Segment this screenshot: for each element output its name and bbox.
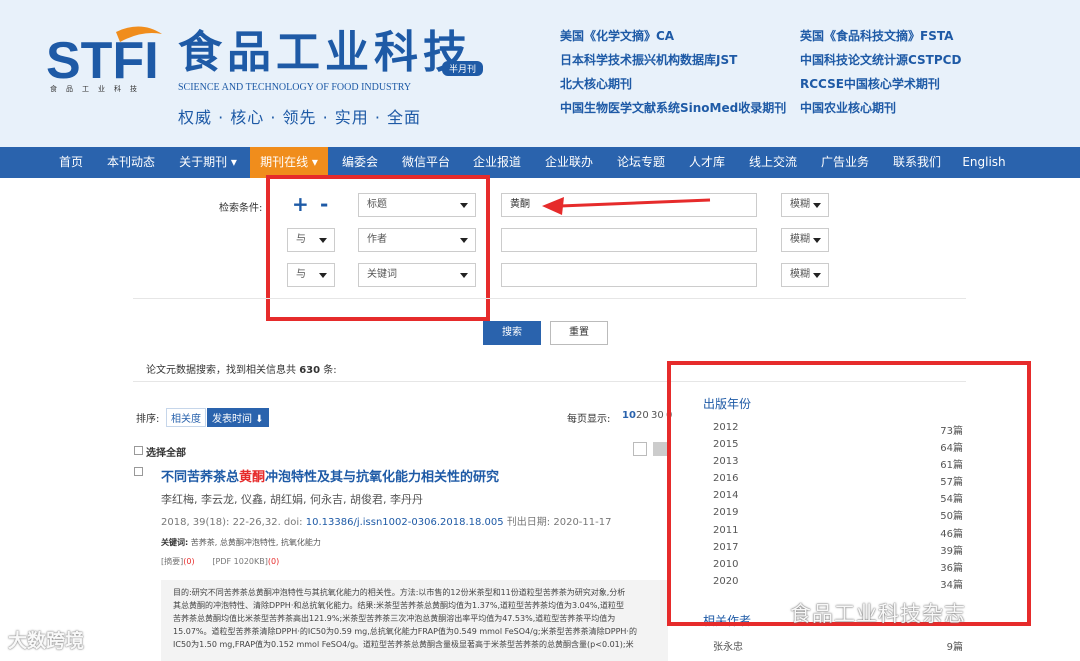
- nav-contact[interactable]: 联系我们: [886, 147, 948, 178]
- title-highlight: 黄酮: [239, 470, 266, 485]
- match-select-value: 模糊: [790, 199, 810, 210]
- summary-prefix: 论文元数据搜索，找到相关信息共: [146, 365, 296, 376]
- article-abstract: 目的:研究不同苦荞茶总黄酮冲泡特性与其抗氧化能力的相关性。方法:以市售的12份米…: [161, 580, 668, 661]
- title-part: 不同苦荞茶总: [161, 470, 240, 485]
- nav-forum[interactable]: 论坛专题: [610, 147, 672, 178]
- reset-button[interactable]: 重置: [550, 321, 608, 345]
- article-links: [摘要](0) [PDF 1020KB](0): [161, 556, 279, 567]
- match-select-value: 模糊: [790, 269, 810, 280]
- chevron-down-icon: [813, 238, 821, 243]
- nav-advertising[interactable]: 广告业务: [814, 147, 876, 178]
- pdf-count: (0): [267, 557, 280, 566]
- journal-title-en: SCIENCE AND TECHNOLOGY OF FOOD INDUSTRY: [178, 82, 412, 93]
- perpage-option[interactable]: 30: [651, 410, 664, 421]
- index-item: RCCSE中国核心学术期刊: [800, 77, 940, 91]
- summary-suffix: 条:: [323, 365, 337, 376]
- main-nav: 首页 本刊动态 关于期刊 ▾ 期刊在线 ▾ 编委会 微信平台 企业报道 企业联办…: [0, 147, 1080, 178]
- nav-editorial[interactable]: 编委会: [334, 147, 386, 178]
- abstract-line: 15.07%。道粒型苦荞茶清除DPPH·的IC50为0.59 mg,总抗氧化能力…: [173, 627, 637, 636]
- nav-wechat[interactable]: 微信平台: [396, 147, 456, 178]
- index-item: 日本科学技术振兴机构数据库JST: [560, 53, 738, 67]
- article-authors[interactable]: 李红梅, 李云龙, 仪鑫, 胡红娟, 何永吉, 胡俊君, 李丹丹: [161, 491, 423, 507]
- nav-english[interactable]: English: [958, 147, 1010, 178]
- perpage-option[interactable]: 20: [636, 410, 649, 421]
- article-citation: 2018, 39(18): 22-26,32. doi: 10.13386/j.…: [161, 513, 611, 528]
- abstract-line: 苦荞茶总黄酮均值比米茶型苦荞茶高出121.9%;米茶型苦荞茶三次冲泡总黄酮溶出率…: [173, 614, 616, 623]
- match-select-value: 模糊: [790, 234, 810, 245]
- logo-text: STFI: [46, 32, 159, 90]
- pdf-link[interactable]: [PDF 1020KB]: [212, 557, 267, 566]
- nav-news[interactable]: 本刊动态: [102, 147, 160, 178]
- keywords-label: 关键词:: [161, 538, 189, 547]
- nav-enterprise-report[interactable]: 企业报道: [466, 147, 528, 178]
- frequency-badge: 半月刊: [442, 61, 484, 76]
- share-icon[interactable]: [633, 442, 647, 456]
- logo-subtitle: 食品工业科技: [50, 85, 146, 93]
- search-condition-label: 检索条件:: [219, 203, 263, 214]
- facet-count: 9篇: [946, 642, 963, 653]
- nav-about[interactable]: 关于期刊 ▾: [170, 147, 246, 178]
- match-select-3[interactable]: 模糊: [781, 263, 829, 287]
- doi-link[interactable]: 10.13386/j.issn1002-0306.2018.18.005: [306, 517, 504, 528]
- result-summary: 论文元数据搜索，找到相关信息共 630 条:: [146, 361, 337, 376]
- journal-title-cn: 食品工业科技: [178, 27, 472, 78]
- annotation-box-search: [266, 175, 490, 321]
- citation-text: 2018, 39(18): 22-26,32. doi:: [161, 517, 303, 528]
- abstract-count: (0): [183, 557, 195, 566]
- abstract-line: 其总黄酮的冲泡特性、清除DPPH·和总抗氧化能力。结果:米茶型苦荞茶总黄酮均值为…: [173, 601, 624, 610]
- search-input-3[interactable]: [501, 263, 757, 287]
- abstract-line: 目的:研究不同苦荞茶总黄酮冲泡特性与其抗氧化能力的相关性。方法:以市售的12份米…: [173, 588, 626, 597]
- abstract-link[interactable]: [摘要]: [161, 557, 183, 566]
- annotation-arrow-icon: [542, 197, 711, 215]
- index-item: 北大核心期刊: [560, 77, 633, 91]
- annotation-box-facets: [667, 361, 1031, 626]
- result-count: 630: [299, 365, 321, 376]
- site-header: STFI 食品工业科技 食品工业科技 半月刊 SCIENCE AND TECHN…: [0, 0, 1080, 147]
- abstract-line: IC50为1.50 mg,FRAP值为0.152 mmol FeSO4/g。道粒…: [173, 640, 634, 649]
- watermark-left: 大数跨境: [8, 630, 85, 652]
- nav-online[interactable]: 期刊在线 ▾: [250, 147, 328, 178]
- index-list-right: 英国《食品科技文摘》FSTA 中国科技论文统计源CSTPCD RCCSE中国核心…: [800, 28, 961, 124]
- index-item: 中国科技论文统计源CSTPCD: [800, 53, 962, 67]
- keywords-value[interactable]: 苦荞茶, 总黄酮冲泡特性, 抗氧化能力: [191, 538, 321, 547]
- index-item: 美国《化学文摘》CA: [560, 29, 675, 43]
- match-select-2[interactable]: 模糊: [781, 228, 829, 252]
- select-all-checkbox[interactable]: [134, 446, 143, 455]
- search-input-2[interactable]: [501, 228, 757, 252]
- index-item: 中国生物医学文献系统SinoMed收录期刊: [560, 101, 787, 115]
- perpage-option[interactable]: 10: [622, 410, 636, 421]
- match-select-1[interactable]: 模糊: [781, 193, 829, 217]
- sort-relevance-button[interactable]: 相关度: [166, 408, 206, 427]
- sort-label: 排序:: [136, 414, 160, 425]
- article-checkbox[interactable]: [134, 467, 143, 476]
- chevron-down-icon: [813, 203, 821, 208]
- sort-time-button[interactable]: 发表时间 ⬇: [207, 408, 269, 427]
- index-item: 中国农业核心期刊: [800, 101, 897, 115]
- search-divider: [133, 298, 966, 299]
- article-title[interactable]: 不同苦荞茶总黄酮冲泡特性及其与抗氧化能力相关性的研究: [161, 466, 499, 485]
- chevron-down-icon: [813, 273, 821, 278]
- watermark-right: 食品工业科技杂志: [790, 602, 966, 626]
- pub-date: 刊出日期: 2020-11-17: [506, 517, 612, 528]
- slogan: 权威 · 核心 · 领先 · 实用 · 全面: [178, 108, 422, 127]
- index-list-left: 美国《化学文摘》CA 日本科学技术振兴机构数据库JST 北大核心期刊 中国生物医…: [560, 28, 786, 124]
- nav-home[interactable]: 首页: [48, 147, 94, 178]
- nav-enterprise-joint[interactable]: 企业联办: [538, 147, 600, 178]
- facet-author: 张永忠: [713, 642, 743, 653]
- title-part: 冲泡特性及其与抗氧化能力相关性的研究: [265, 470, 500, 485]
- perpage-label: 每页显示:: [567, 414, 611, 425]
- search-button[interactable]: 搜索: [483, 321, 541, 345]
- nav-online-exchange[interactable]: 线上交流: [742, 147, 804, 178]
- facet-author-row[interactable]: 张永忠 9篇: [713, 638, 963, 653]
- qr-code-icon[interactable]: [653, 442, 667, 456]
- article-keywords: 关键词: 苦荞茶, 总黄酮冲泡特性, 抗氧化能力: [161, 537, 321, 548]
- nav-talent[interactable]: 人才库: [682, 147, 732, 178]
- index-item: 英国《食品科技文摘》FSTA: [800, 29, 954, 43]
- select-all-label[interactable]: 选择全部: [146, 444, 186, 459]
